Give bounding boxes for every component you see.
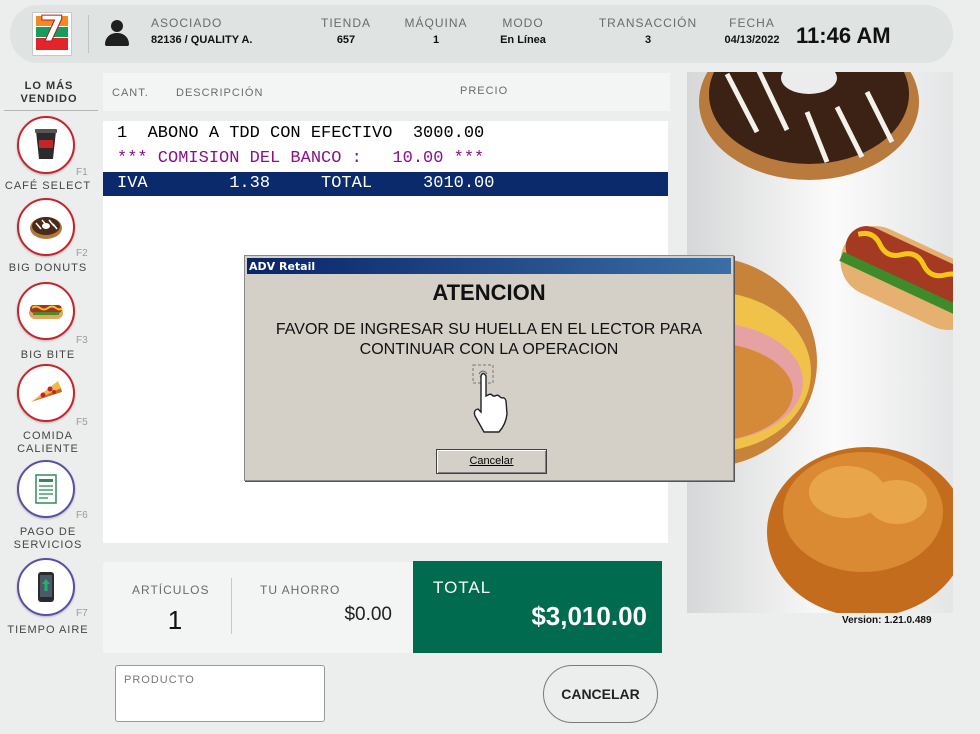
mode-value: En Línea: [500, 34, 546, 46]
store-value: 657: [336, 34, 356, 46]
machine-field: MÁQUINA 1: [401, 16, 471, 46]
total-label: TOTAL: [433, 578, 492, 597]
cancel-button[interactable]: CANCELAR: [543, 665, 658, 723]
category-pago-servicios-button[interactable]: [17, 460, 75, 518]
version-label: Version: 1.21.0.489: [842, 615, 932, 626]
total-panel: TOTAL $3,010.00: [413, 561, 662, 653]
fkey-f3: F3: [76, 335, 88, 346]
col-price-header: PRECIO: [460, 85, 509, 97]
category-big-donuts-button[interactable]: [17, 198, 75, 256]
product-input[interactable]: PRODUCTO: [115, 665, 325, 722]
phone-icon: [38, 572, 54, 602]
dialog-message: FAVOR DE INGRESAR SU HUELLA EN EL LECTOR…: [275, 321, 703, 358]
associate-label: ASOCIADO: [151, 16, 223, 30]
machine-label: MÁQUINA: [404, 16, 468, 30]
clock: 11:46 AM: [796, 23, 891, 48]
pizza-slice-icon: [31, 381, 62, 402]
donut-icon: [30, 217, 62, 239]
fkey-f1: F1: [76, 167, 88, 178]
transaction-label: TRANSACCIÓN: [598, 16, 698, 30]
date-field: FECHA 04/13/2022: [722, 16, 782, 46]
category-comida-caliente-label: COMIDA CALIENTE: [17, 430, 79, 455]
product-label: PRODUCTO: [124, 674, 195, 686]
top-status-bar: 7 ASOCIADO 82136 / QUALITY A. TIENDA 657…: [10, 5, 953, 63]
fkey-f5: F5: [76, 417, 88, 428]
dialog-heading: ATENCION: [432, 280, 546, 305]
col-desc-header: DESCRIPCIÓN: [176, 87, 264, 99]
transaction-value: 3: [644, 34, 652, 46]
summary-divider: [231, 578, 232, 634]
machine-value: 1: [432, 34, 440, 46]
category-big-donuts-label: BIG DONUTS: [8, 262, 88, 274]
associate-value: 82136 / QUALITY A.: [151, 34, 253, 46]
articles-label: ARTÍCULOS: [132, 583, 210, 597]
seven-eleven-logo: 7: [32, 9, 72, 56]
fkey-f7: F7: [76, 608, 88, 619]
fingerprint-dialog: ADV Retail ATENCION FAVOR DE INGRESAR SU…: [244, 255, 734, 481]
articles-count: 1: [167, 605, 183, 635]
category-cafe-select-button[interactable]: [17, 116, 75, 174]
dialog-cancel-button[interactable]: Cancelar: [436, 449, 547, 474]
ticket-line-selected[interactable]: IVA 1.38 TOTAL 3010.00: [103, 172, 668, 196]
savings-label: TU AHORRO: [260, 583, 341, 597]
category-tiempo-aire-button[interactable]: [17, 558, 75, 616]
fkey-f2: F2: [76, 248, 88, 259]
associate-field: ASOCIADO 82136 / QUALITY A.: [151, 16, 252, 46]
total-value: $3,010.00: [531, 601, 647, 631]
fkey-f6: F6: [76, 510, 88, 521]
sidebar-divider: [4, 110, 98, 111]
store-label: TIENDA: [320, 16, 371, 30]
date-value: 04/13/2022: [724, 34, 780, 46]
date-label: FECHA: [729, 16, 775, 30]
summary-panel: ARTÍCULOS 1 TU AHORRO $0.00: [103, 562, 414, 653]
mode-label: MODO: [502, 16, 544, 30]
best-sellers-title: LO MÁS VENDIDO: [20, 80, 78, 105]
category-pago-servicios-label: PAGO DE SERVICIOS: [13, 526, 83, 551]
ticket-line[interactable]: *** COMISION DEL BANCO : 10.00 ***: [103, 147, 668, 171]
bill-icon: [35, 474, 57, 504]
mode-field: MODO En Línea: [488, 16, 558, 46]
col-qty-header: CANT.: [112, 87, 149, 99]
category-comida-caliente-button[interactable]: [17, 364, 75, 422]
dialog-titlebar: ADV Retail: [247, 258, 731, 274]
category-cafe-select-label: CAFÉ SELECT: [4, 180, 92, 192]
user-icon: [103, 18, 131, 48]
category-big-bite-label: BIG BITE: [20, 349, 76, 361]
savings-value: $0.00: [344, 604, 392, 625]
transaction-field: TRANSACCIÓN 3: [598, 16, 698, 46]
hotdog-icon: [29, 305, 63, 319]
ticket-line[interactable]: 1 ABONO A TDD CON EFECTIVO 3000.00: [103, 122, 668, 146]
dialog-window-title: ADV Retail: [249, 260, 316, 273]
ticket-header: CANT. DESCRIPCIÓN PRECIO: [103, 73, 670, 111]
category-tiempo-aire-label: TIEMPO AIRE: [7, 624, 89, 636]
store-field: TIENDA 657: [316, 16, 376, 46]
header-divider: [88, 15, 89, 53]
fingerprint-touch-icon: [472, 364, 508, 433]
coffee-cup-icon: [35, 129, 57, 159]
category-big-bite-button[interactable]: [17, 282, 75, 340]
